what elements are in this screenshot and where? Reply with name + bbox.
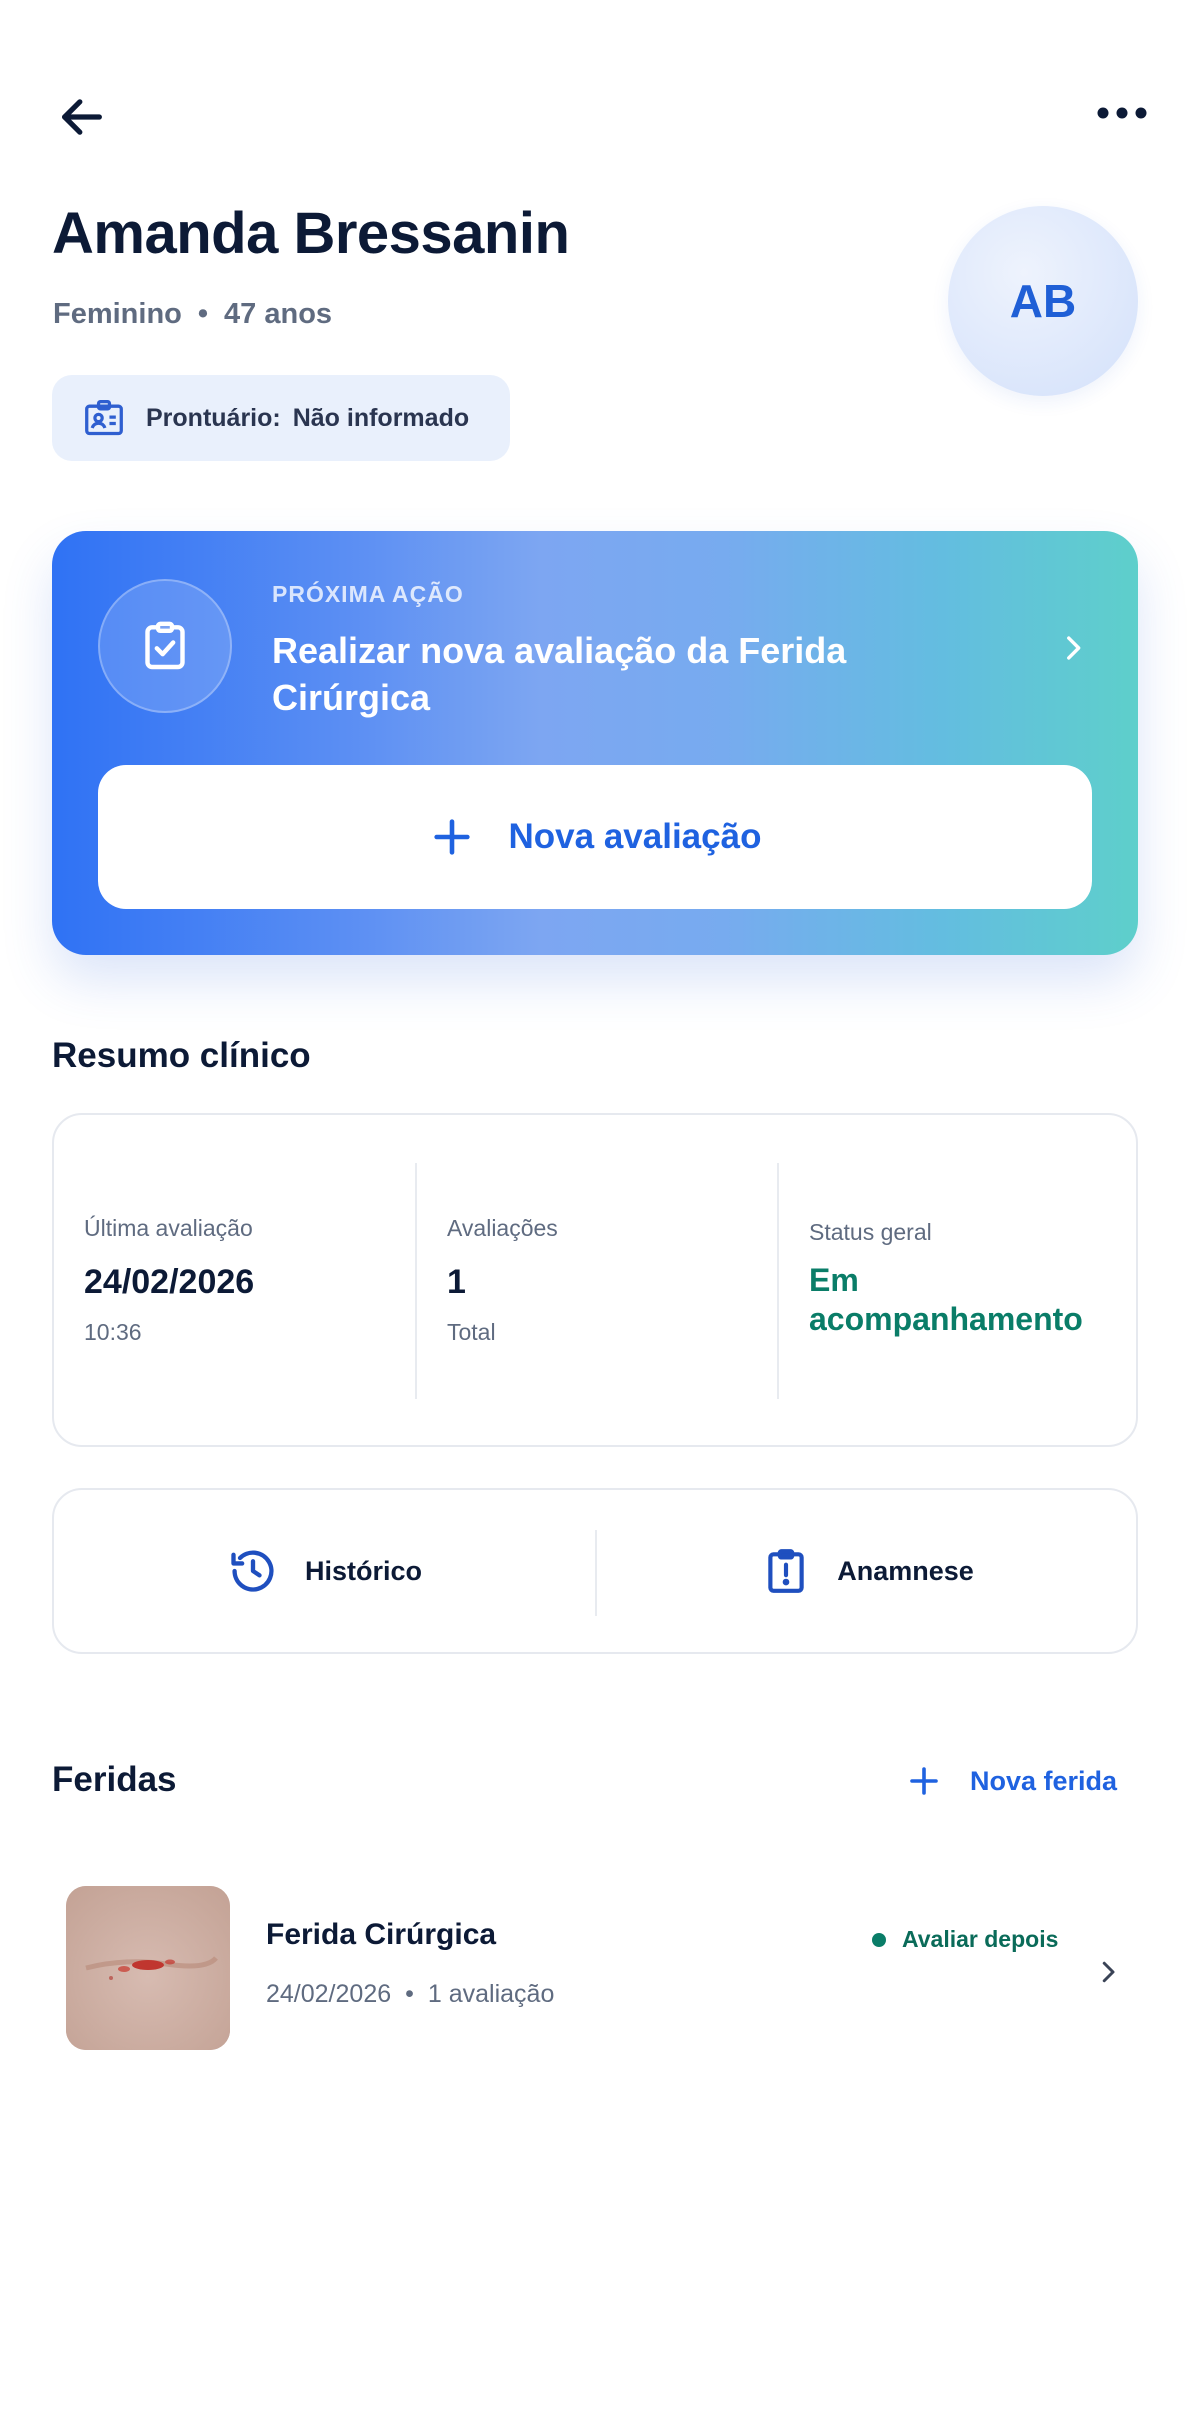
next-action-title: Realizar nova avaliação da Ferida Cirúrg… xyxy=(272,630,847,718)
history-label: Histórico xyxy=(304,1555,423,1586)
plus-icon xyxy=(429,814,475,860)
summary-title: Resumo clínico xyxy=(52,1036,311,1075)
quick-actions-card: Histórico Anamnese xyxy=(52,1488,1138,1654)
wound-list-item[interactable]: Ferida Cirúrgica 24/02/2026 • 1 avaliação … xyxy=(52,1872,1138,2062)
next-action-card[interactable]: PRÓXIMA AÇÃO Realizar nova avaliação da … xyxy=(52,531,1138,955)
more-horizontal-icon xyxy=(1097,107,1147,119)
wound-meta: 24/02/2026 • 1 avaliação xyxy=(266,1980,554,2009)
avatar: AB xyxy=(948,206,1138,396)
new-wound-button[interactable]: Nova ferida xyxy=(906,1756,1117,1806)
id-card-icon xyxy=(82,398,126,438)
evaluations-label: Avaliações xyxy=(447,1215,558,1241)
patient-name: Amanda Bressanin xyxy=(52,201,570,266)
wound-evaluations: 1 avaliação xyxy=(427,1980,555,2008)
wound-photo-thumbnail xyxy=(66,1886,230,2050)
wounds-title: Feridas xyxy=(52,1760,177,1799)
history-icon xyxy=(227,1545,279,1597)
more-options-button[interactable] xyxy=(1090,88,1154,138)
overall-status-value: Em acompanhamento xyxy=(809,1262,1083,1337)
wound-status-label: Avaliar depois xyxy=(902,1926,1059,1952)
record-label: Prontuário: xyxy=(146,403,281,432)
patient-meta: Feminino • 47 anos xyxy=(53,298,332,331)
separator-dot: • xyxy=(197,298,209,330)
summary-divider xyxy=(415,1163,417,1399)
clinical-summary-card: Última avaliação 24/02/2026 10:36 Avalia… xyxy=(52,1113,1138,1447)
last-evaluation-label: Última avaliação xyxy=(84,1215,253,1241)
summary-divider xyxy=(777,1163,779,1399)
record-value: Não informado xyxy=(292,403,470,432)
wound-name: Ferida Cirúrgica xyxy=(266,1918,497,1951)
overall-status-label: Status geral xyxy=(809,1219,932,1245)
anamnesis-label: Anamnese xyxy=(837,1555,974,1586)
status-dot xyxy=(872,1932,886,1947)
patient-age: 47 anos xyxy=(224,298,333,330)
new-wound-label: Nova ferida xyxy=(970,1765,1118,1796)
evaluations-count: 1 xyxy=(447,1263,466,1301)
arrow-left-icon xyxy=(62,99,102,135)
new-evaluation-button[interactable]: Nova avaliação xyxy=(98,765,1092,909)
last-evaluation-time: 10:36 xyxy=(84,1319,142,1345)
chevron-right-icon[interactable] xyxy=(1048,623,1098,673)
clipboard-alert-icon xyxy=(761,1545,811,1597)
back-button[interactable] xyxy=(50,85,114,149)
history-button[interactable]: Histórico xyxy=(54,1490,595,1652)
next-action-kicker: PRÓXIMA AÇÃO xyxy=(272,581,464,607)
chevron-right-icon xyxy=(1088,1952,1128,1992)
wound-status-badge: Avaliar depois xyxy=(872,1926,1058,1953)
plus-icon xyxy=(906,1763,942,1799)
wound-date: 24/02/2026 xyxy=(266,1980,392,2008)
clipboard-check-icon xyxy=(98,579,232,713)
anamnesis-button[interactable]: Anamnese xyxy=(597,1490,1138,1652)
evaluations-total-label: Total xyxy=(447,1319,496,1345)
separator-dot: • xyxy=(405,1980,414,2008)
new-evaluation-label: Nova avaliação xyxy=(508,817,762,856)
record-chip: Prontuário: Não informado xyxy=(52,375,510,461)
last-evaluation-date: 24/02/2026 xyxy=(84,1263,255,1301)
patient-gender: Feminino xyxy=(53,298,182,330)
